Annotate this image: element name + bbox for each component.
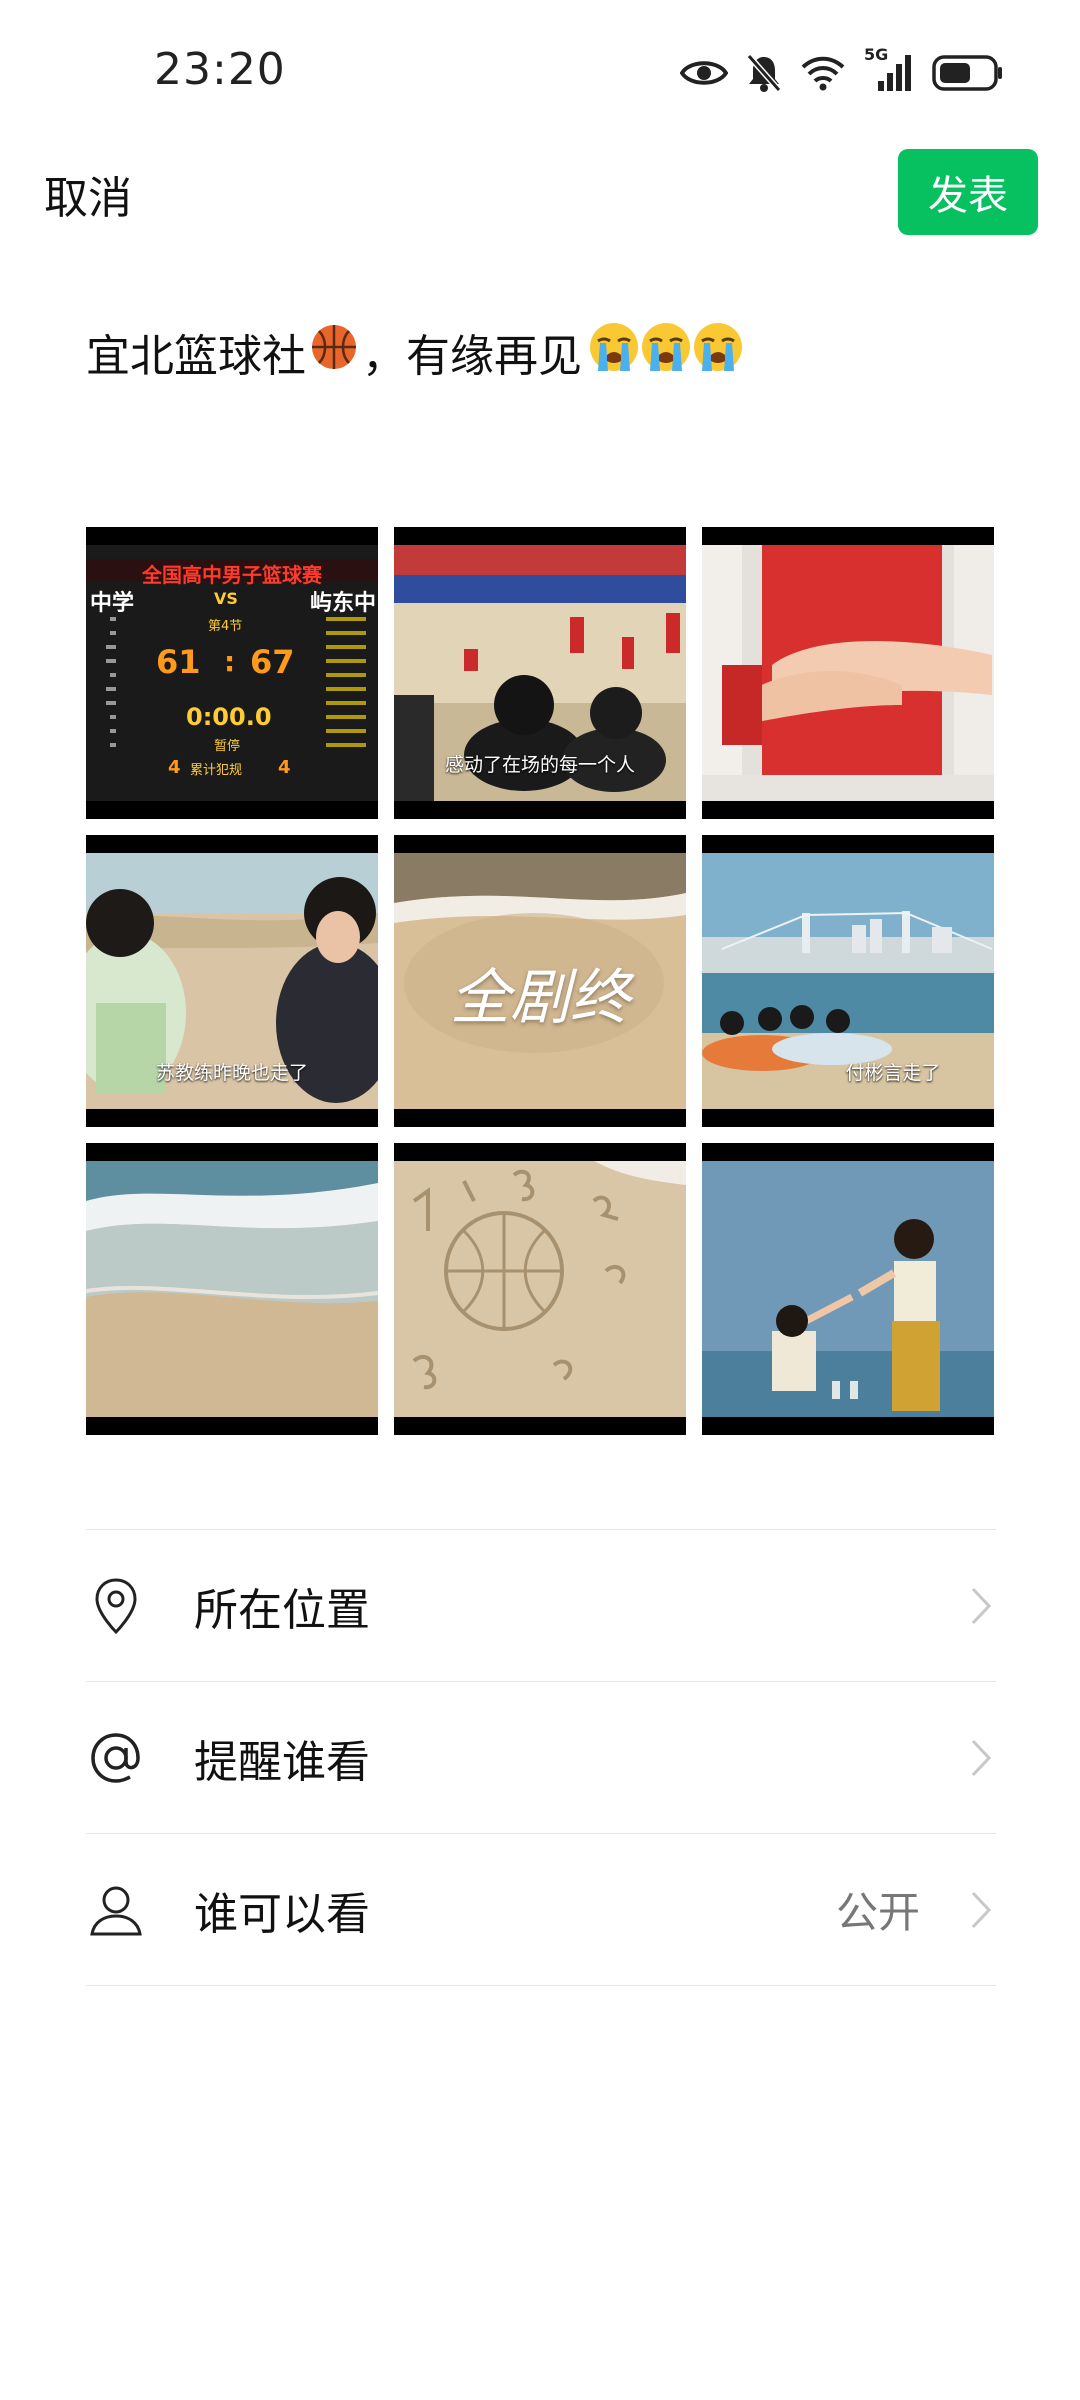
location-row[interactable]: 所在位置 xyxy=(86,1530,996,1682)
signal-icon: 5G xyxy=(864,45,914,93)
photo-thumbnail[interactable]: 感动了在场的每一个人 xyxy=(394,527,686,819)
publish-button[interactable]: 发表 xyxy=(898,149,1038,235)
photo-thumbnail[interactable]: 全国高中男子篮球赛 中学 VS 屿东中 第4节 61 : 67 0:00.0 暂… xyxy=(86,527,378,819)
photo-thumbnail[interactable] xyxy=(394,1143,686,1435)
chevron-right-icon xyxy=(970,1738,992,1782)
visibility-label: 谁可以看 xyxy=(194,1888,370,1940)
photo-thumbnail[interactable]: 苏教练昨晚也走了 xyxy=(86,835,378,1127)
wifi-icon xyxy=(800,54,846,92)
battery-icon xyxy=(932,54,1004,92)
status-icons: 5G xyxy=(680,45,1004,96)
post-text-input[interactable]: 宜北篮球社 ，有缘再见 xyxy=(86,320,744,384)
at-sign-icon xyxy=(86,1728,146,1788)
photo-caption: 感动了在场的每一个人 xyxy=(444,754,635,776)
photo-thumbnail[interactable] xyxy=(86,1143,378,1435)
mute-bell-icon xyxy=(746,53,782,93)
photo-caption: 苏教练昨晚也走了 xyxy=(155,1062,308,1084)
photo-grid: 全国高中男子篮球赛 中学 VS 屿东中 第4节 61 : 67 0:00.0 暂… xyxy=(86,527,996,1435)
network-label: 5G xyxy=(864,45,889,64)
basketball-icon xyxy=(310,323,358,382)
photo-thumbnail[interactable] xyxy=(702,1143,994,1435)
chevron-right-icon xyxy=(970,1890,992,1934)
chevron-right-icon xyxy=(970,1586,992,1630)
post-text: 宜北篮球社 xyxy=(86,331,306,382)
loudly-crying-face-icon xyxy=(640,321,692,384)
photo-thumbnail[interactable]: 全剧终 xyxy=(394,835,686,1127)
cancel-button[interactable]: 取消 xyxy=(44,162,132,226)
photo-thumbnail[interactable]: 付彬言走了 xyxy=(702,835,994,1127)
photo-caption: 付彬言走了 xyxy=(845,1062,941,1084)
photo-thumbnail[interactable] xyxy=(702,527,994,819)
settings-list: 所在位置 提醒谁看 谁可以看 公开 xyxy=(86,1529,996,1986)
visibility-value: 公开 xyxy=(835,1888,920,1937)
status-time: 23:20 xyxy=(154,44,286,95)
person-icon xyxy=(86,1880,146,1940)
mention-label: 提醒谁看 xyxy=(194,1736,370,1788)
location-label: 所在位置 xyxy=(194,1584,370,1636)
eye-icon xyxy=(680,56,728,90)
visibility-row[interactable]: 谁可以看 公开 xyxy=(86,1834,996,1986)
location-pin-icon xyxy=(86,1576,146,1636)
post-text-continued: ，有缘再见 xyxy=(362,331,582,382)
loudly-crying-face-icon xyxy=(588,321,640,384)
end-title: 全剧终 xyxy=(450,963,630,1033)
mention-row[interactable]: 提醒谁看 xyxy=(86,1682,996,1834)
status-bar: 23:20 5G xyxy=(0,0,1080,140)
loudly-crying-face-icon xyxy=(692,321,744,384)
